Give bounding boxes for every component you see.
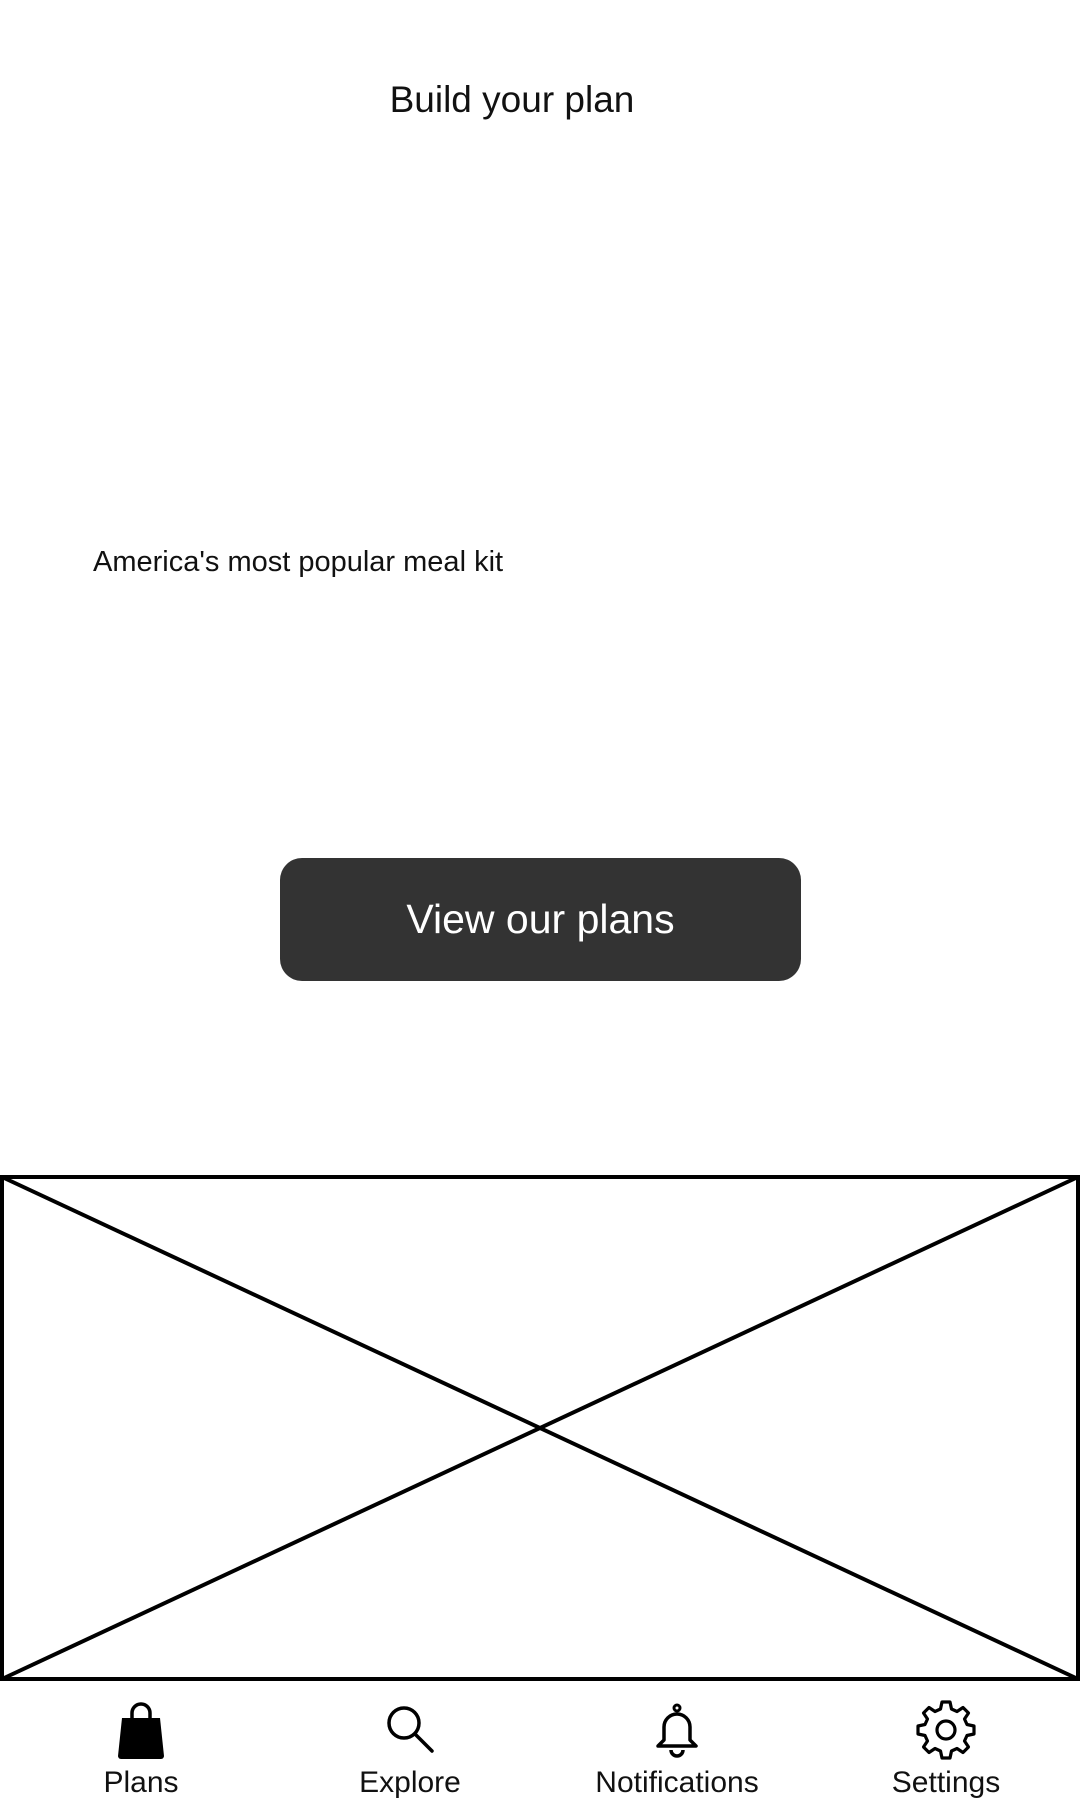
tab-notifications[interactable]: Notifications [567, 1692, 787, 1800]
tab-settings[interactable]: Settings [836, 1692, 1056, 1800]
search-icon [380, 1700, 440, 1760]
tagline-text: America's most popular meal kit [93, 546, 504, 578]
tab-explore-label: Explore [359, 1766, 461, 1799]
tab-plans-label: Plans [103, 1766, 179, 1799]
tab-notifications-label: Notifications [595, 1766, 759, 1799]
image-placeholder [0, 1175, 1080, 1681]
page-title: Build your plan [389, 79, 635, 120]
gear-icon [916, 1700, 976, 1760]
view-plans-button-label: View our plans [406, 896, 675, 942]
shopping-bag-icon [111, 1700, 171, 1760]
bell-icon [647, 1700, 707, 1760]
tab-plans[interactable]: Plans [31, 1692, 251, 1800]
view-plans-button[interactable]: View our plans [280, 858, 801, 981]
bottom-tab-bar: Plans Explore Notifications Settings [0, 1692, 1080, 1800]
tab-explore[interactable]: Explore [300, 1692, 520, 1800]
tab-settings-label: Settings [891, 1766, 1001, 1799]
